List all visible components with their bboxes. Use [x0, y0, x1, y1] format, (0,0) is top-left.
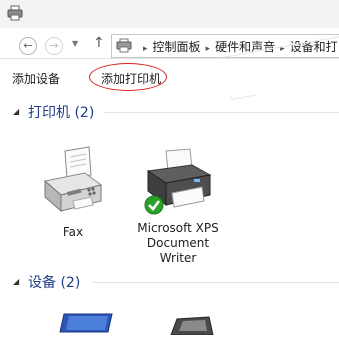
printer-item-fax[interactable]: Fax [38, 145, 108, 240]
printer-icon [7, 5, 23, 24]
add-device-button[interactable]: 添加设备 [12, 70, 60, 87]
collapse-triangle-icon[interactable]: ◢ [13, 277, 19, 286]
devices-and-printers-icon [115, 38, 133, 57]
back-arrow-icon[interactable]: ← [19, 37, 37, 55]
device-label: Microsoft XPS Document Writer [137, 221, 219, 265]
monitor-icon[interactable] [52, 312, 114, 339]
printers-section-header[interactable]: ◢ 打印机 (2) [0, 101, 339, 123]
fax-icon [38, 145, 108, 221]
devices-section-title: 设备 (2) [28, 275, 81, 291]
chevron-down-icon[interactable]: ▼ [72, 39, 78, 48]
device-label: Fax [62, 225, 84, 239]
printer-icon [138, 145, 218, 217]
default-checkmark-icon [144, 195, 164, 219]
printers-section-title: 打印机 (2) [28, 105, 95, 121]
chevron-right-icon: ▸ [143, 44, 148, 54]
up-arrow-icon[interactable]: ↑ [93, 35, 105, 51]
section-divider [104, 112, 339, 113]
printer-item-microsoft-xps-document-writer[interactable]: Microsoft XPS Document Writer [130, 145, 226, 266]
computer-icon[interactable] [165, 315, 215, 338]
collapse-triangle-icon[interactable]: ◢ [13, 107, 19, 116]
title-bar [0, 0, 339, 28]
breadcrumb-control-panel[interactable]: 控制面板 [153, 40, 201, 54]
section-divider [92, 282, 339, 283]
chevron-right-icon: ▸ [205, 44, 211, 54]
annotation-ellipse [89, 63, 167, 91]
forward-arrow-icon[interactable]: → [45, 37, 63, 55]
devices-section-header[interactable]: ◢ 设备 (2) [0, 271, 339, 293]
command-toolbar: 添加设备 添加打印机 [0, 59, 339, 95]
